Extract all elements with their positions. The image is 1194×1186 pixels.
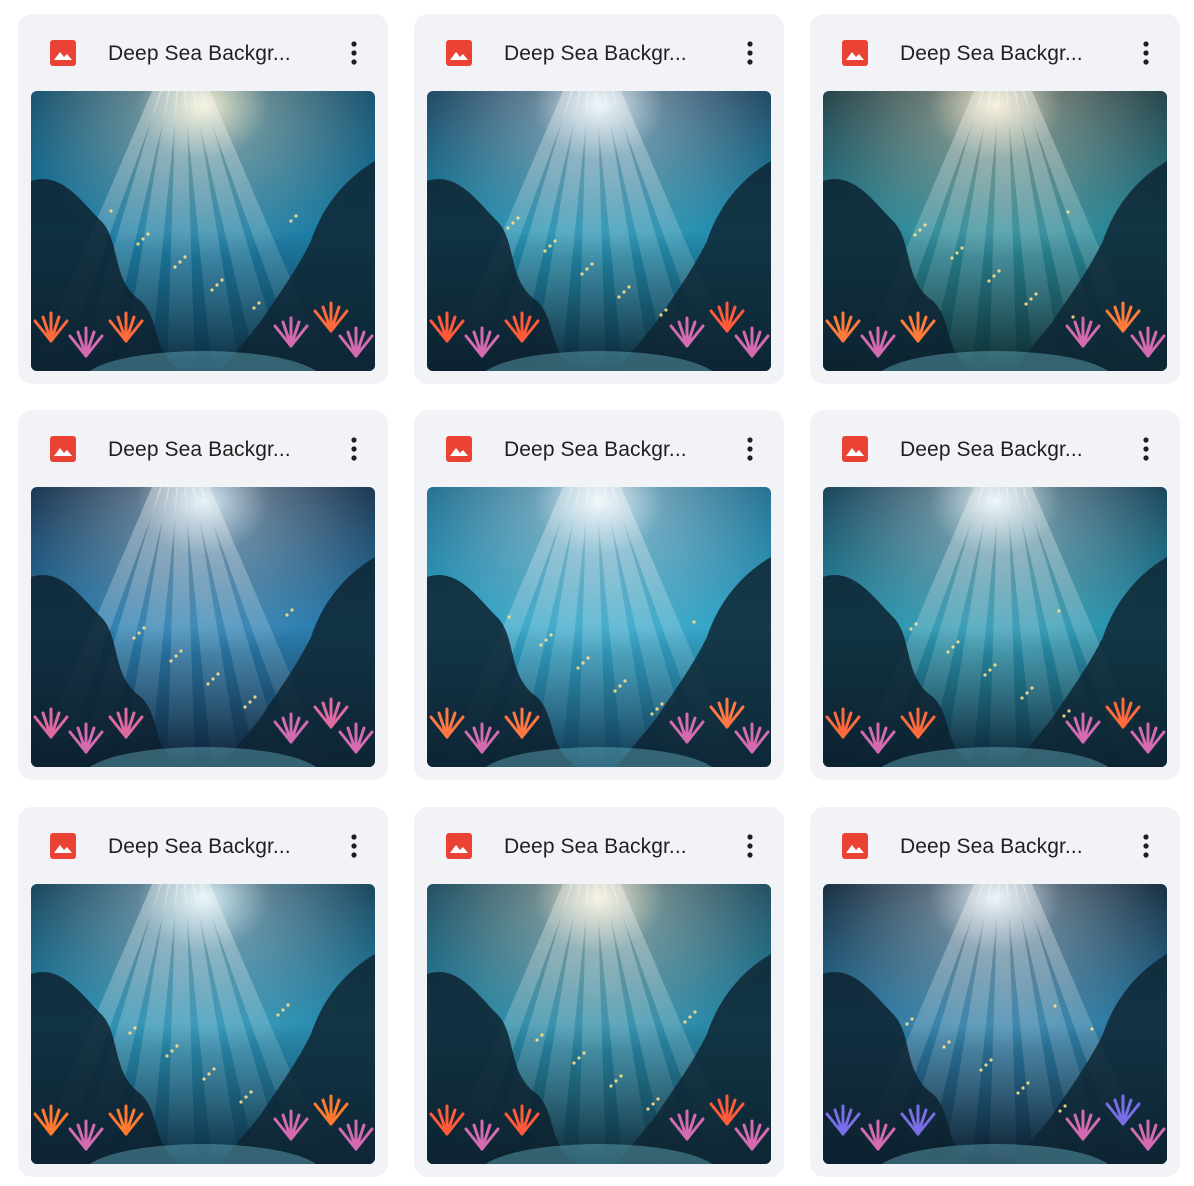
file-name: Deep Sea Backgr... <box>900 835 1083 858</box>
file-card-header: Deep Sea Backgr... <box>810 14 1180 92</box>
file-name: Deep Sea Backgr... <box>504 438 687 461</box>
underwater-scene-image <box>427 487 771 767</box>
file-thumbnail[interactable] <box>823 91 1167 371</box>
file-card[interactable]: Deep Sea Backgr... <box>18 807 388 1177</box>
file-name: Deep Sea Backgr... <box>900 438 1083 461</box>
file-card[interactable]: Deep Sea Backgr... <box>414 807 784 1177</box>
image-file-icon <box>50 436 76 462</box>
underwater-scene-image <box>31 91 375 371</box>
image-file-icon <box>50 833 76 859</box>
more-options-button[interactable] <box>732 430 768 468</box>
more-options-button[interactable] <box>732 34 768 72</box>
image-file-icon <box>50 40 76 66</box>
more-vert-icon <box>1143 437 1149 461</box>
file-name: Deep Sea Backgr... <box>108 42 291 65</box>
image-file-icon <box>842 436 868 462</box>
image-file-icon <box>446 436 472 462</box>
underwater-scene-image <box>31 487 375 767</box>
file-card-header: Deep Sea Backgr... <box>18 807 388 885</box>
file-card[interactable]: Deep Sea Backgr... <box>18 410 388 780</box>
file-card[interactable]: Deep Sea Backgr... <box>18 14 388 384</box>
file-thumbnail[interactable] <box>31 91 375 371</box>
image-file-icon <box>842 833 868 859</box>
file-card-header: Deep Sea Backgr... <box>414 410 784 488</box>
more-vert-icon <box>351 834 357 858</box>
more-vert-icon <box>351 41 357 65</box>
underwater-scene-image <box>823 884 1167 1164</box>
file-thumbnail[interactable] <box>31 884 375 1164</box>
file-card[interactable]: Deep Sea Backgr... <box>414 14 784 384</box>
underwater-scene-image <box>823 91 1167 371</box>
file-card-header: Deep Sea Backgr... <box>18 14 388 92</box>
underwater-scene-image <box>31 884 375 1164</box>
more-vert-icon <box>747 834 753 858</box>
image-file-icon <box>446 833 472 859</box>
file-card-header: Deep Sea Backgr... <box>414 14 784 92</box>
file-name: Deep Sea Backgr... <box>900 42 1083 65</box>
more-options-button[interactable] <box>1128 827 1164 865</box>
more-vert-icon <box>747 41 753 65</box>
underwater-scene-image <box>427 884 771 1164</box>
file-card[interactable]: Deep Sea Backgr... <box>810 14 1180 384</box>
file-card[interactable]: Deep Sea Backgr... <box>810 410 1180 780</box>
more-options-button[interactable] <box>1128 34 1164 72</box>
file-thumbnail[interactable] <box>427 884 771 1164</box>
file-name: Deep Sea Backgr... <box>504 835 687 858</box>
more-options-button[interactable] <box>336 430 372 468</box>
file-thumbnail[interactable] <box>823 487 1167 767</box>
more-vert-icon <box>1143 41 1149 65</box>
file-card-header: Deep Sea Backgr... <box>810 807 1180 885</box>
more-vert-icon <box>1143 834 1149 858</box>
underwater-scene-image <box>823 487 1167 767</box>
more-vert-icon <box>747 437 753 461</box>
file-name: Deep Sea Backgr... <box>108 438 291 461</box>
more-options-button[interactable] <box>336 34 372 72</box>
file-thumbnail[interactable] <box>427 91 771 371</box>
more-options-button[interactable] <box>336 827 372 865</box>
more-options-button[interactable] <box>732 827 768 865</box>
file-thumbnail[interactable] <box>823 884 1167 1164</box>
more-options-button[interactable] <box>1128 430 1164 468</box>
underwater-scene-image <box>427 91 771 371</box>
file-grid: Deep Sea Backgr... Deep Sea Backgr... Deep… <box>0 0 1194 1186</box>
file-card-header: Deep Sea Backgr... <box>414 807 784 885</box>
file-card-header: Deep Sea Backgr... <box>18 410 388 488</box>
file-card[interactable]: Deep Sea Backgr... <box>810 807 1180 1177</box>
image-file-icon <box>446 40 472 66</box>
file-card[interactable]: Deep Sea Backgr... <box>414 410 784 780</box>
more-vert-icon <box>351 437 357 461</box>
file-name: Deep Sea Backgr... <box>504 42 687 65</box>
file-card-header: Deep Sea Backgr... <box>810 410 1180 488</box>
file-thumbnail[interactable] <box>427 487 771 767</box>
image-file-icon <box>842 40 868 66</box>
file-thumbnail[interactable] <box>31 487 375 767</box>
file-name: Deep Sea Backgr... <box>108 835 291 858</box>
